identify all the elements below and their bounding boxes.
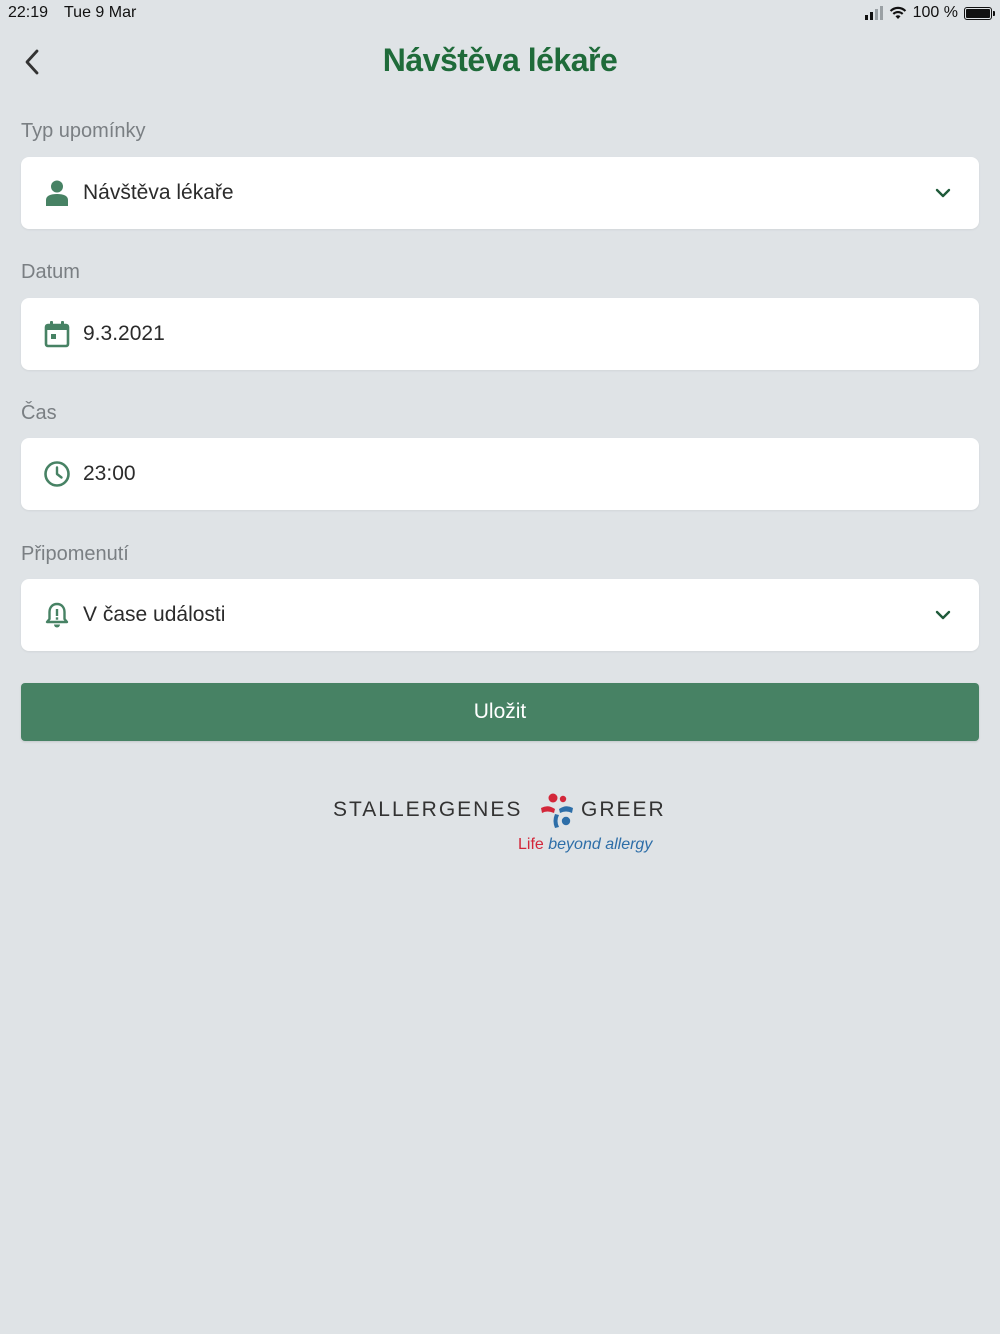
battery-percentage: 100 % [912, 4, 958, 21]
save-button[interactable]: Uložit [21, 683, 979, 741]
person-icon [43, 179, 71, 207]
time-field[interactable]: 23:00 [21, 438, 979, 510]
date-label: Datum [21, 261, 80, 283]
bell-alert-icon [43, 601, 71, 629]
reminder-value: V čase události [83, 603, 226, 626]
cellular-signal-icon [864, 6, 883, 20]
page-title: Návštěva lékaře [382, 42, 618, 78]
battery-icon [964, 6, 995, 20]
reminder-type-label: Typ upomínky [21, 120, 146, 142]
chevron-down-icon [935, 610, 951, 620]
brand-name-right: GREER [581, 798, 666, 821]
time-label: Čas [21, 402, 57, 424]
reminder-type-value: Návštěva lékaře [83, 181, 234, 204]
brand-mark-icon [541, 793, 573, 828]
wifi-icon [889, 6, 906, 19]
tagline-part2: beyond allergy [548, 836, 653, 853]
date-field[interactable]: 9.3.2021 [21, 298, 979, 370]
time-value: 23:00 [83, 462, 136, 485]
calendar-icon [43, 320, 71, 348]
status-time: 22:19 [8, 4, 49, 21]
date-value: 9.3.2021 [83, 322, 165, 345]
status-indicators: 100 % [864, 4, 995, 22]
tagline-part1: Life [518, 836, 544, 853]
brand-tagline: Life beyond allergy [518, 836, 652, 854]
brand-name-left: STALLERGENES [333, 798, 523, 821]
chevron-down-icon [935, 188, 951, 198]
reminder-label: Připomenutí [21, 543, 129, 565]
clock-icon [43, 460, 71, 488]
reminder-type-select[interactable]: Návštěva lékaře [21, 157, 979, 229]
status-bar: 22:19 Tue 9 Mar 100 % [0, 0, 1000, 26]
reminder-select[interactable]: V čase události [21, 579, 979, 651]
brand-logo: STALLERGENES GREER Life beyond allergy [333, 790, 673, 860]
status-date: Tue 9 Mar [64, 4, 137, 21]
